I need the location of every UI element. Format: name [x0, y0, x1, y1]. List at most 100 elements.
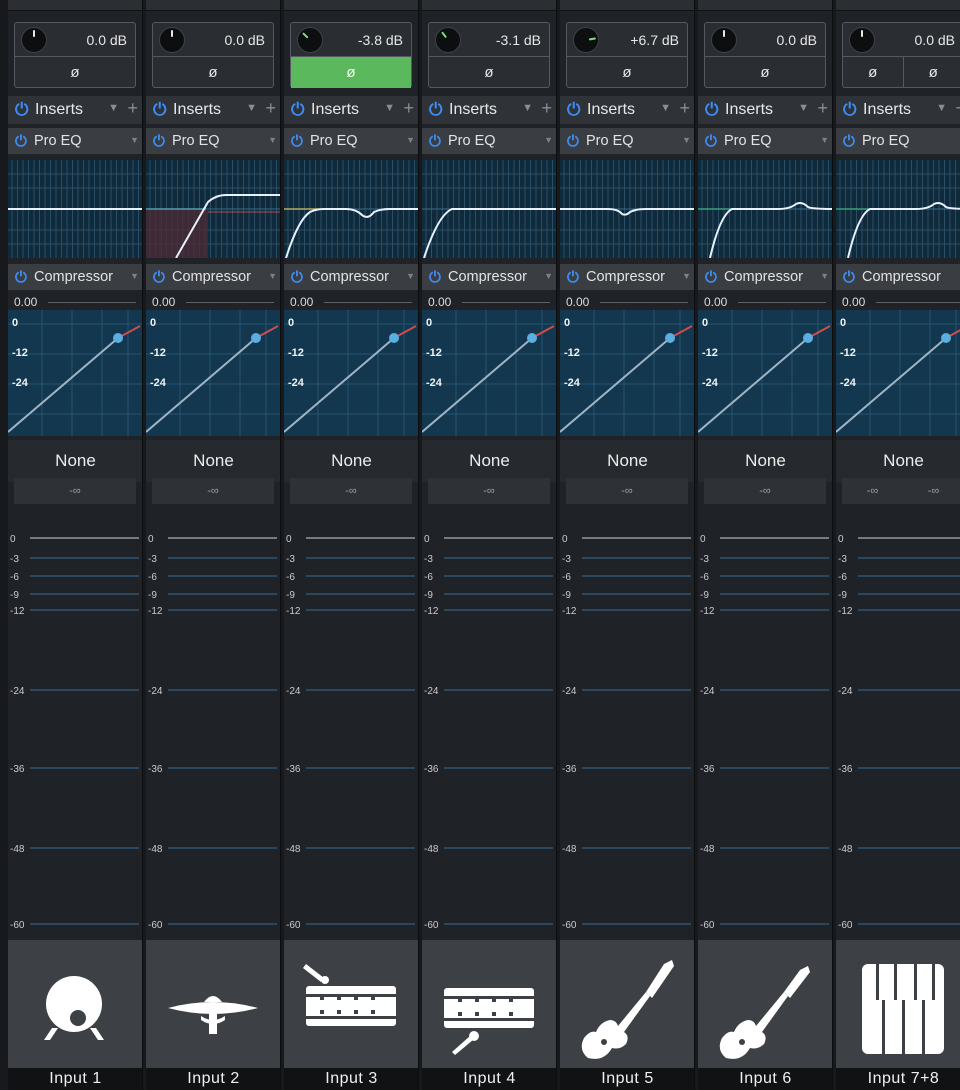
add-icon[interactable]: + — [127, 98, 138, 119]
dropdown-arrow-icon[interactable]: ▼ — [130, 271, 139, 281]
compressor-threshold-slider[interactable] — [462, 302, 550, 303]
trim-knob[interactable] — [297, 27, 323, 53]
add-icon[interactable]: + — [955, 98, 960, 119]
compressor-threshold-slider[interactable] — [324, 302, 412, 303]
trim-knob[interactable] — [711, 27, 737, 53]
insert-slot-pro-eq[interactable]: ⏻Pro EQ▼ — [284, 128, 419, 154]
power-icon[interactable]: ⏻ — [843, 100, 859, 120]
add-icon[interactable]: + — [265, 98, 276, 119]
inserts-header[interactable]: ⏻Inserts ▼ + — [698, 96, 833, 124]
peak-display[interactable]: -∞ — [566, 478, 688, 504]
dropdown-arrow-icon[interactable]: ▼ — [108, 102, 119, 114]
dropdown-arrow-icon[interactable]: ▼ — [682, 135, 691, 145]
channel-name[interactable]: Input 7+8 — [836, 1068, 960, 1090]
insert-slot-compressor[interactable]: ⏻Compressor▼ — [698, 264, 833, 290]
insert-slot-pro-eq[interactable]: ⏻Pro EQ▼ — [422, 128, 557, 154]
phase-invert-button[interactable]: ø — [153, 57, 273, 88]
peak-display[interactable]: -∞ — [152, 478, 274, 504]
channel-name[interactable]: Input 5 — [560, 1068, 695, 1090]
dropdown-arrow-icon[interactable]: ▼ — [268, 271, 277, 281]
instrument-icon-area[interactable] — [698, 940, 833, 1068]
insert-slot-pro-eq[interactable]: ⏻Pro EQ▼ — [836, 128, 960, 154]
output-routing[interactable]: None — [8, 440, 143, 482]
dropdown-arrow-icon[interactable]: ▼ — [130, 135, 139, 145]
power-icon[interactable]: ⏻ — [705, 100, 721, 120]
trim-knob[interactable] — [159, 27, 185, 53]
insert-slot-pro-eq[interactable]: ⏻Pro EQ▼ — [8, 128, 143, 154]
inserts-header[interactable]: ⏻Inserts ▼ + — [836, 96, 960, 124]
channel-name[interactable]: Input 4 — [422, 1068, 557, 1090]
trim-knob[interactable] — [573, 27, 599, 53]
power-icon[interactable]: ⏻ — [429, 269, 445, 286]
power-icon[interactable]: ⏻ — [843, 269, 859, 286]
dropdown-arrow-icon[interactable]: ▼ — [406, 271, 415, 281]
power-icon[interactable]: ⏻ — [705, 269, 721, 286]
phase-invert-button[interactable]: ø — [705, 57, 825, 88]
output-routing[interactable]: None — [698, 440, 833, 482]
channel-name[interactable]: Input 3 — [284, 1068, 419, 1090]
output-routing[interactable]: None — [560, 440, 695, 482]
inserts-header[interactable]: ⏻Inserts ▼ + — [422, 96, 557, 124]
insert-slot-pro-eq[interactable]: ⏻Pro EQ▼ — [698, 128, 833, 154]
power-icon[interactable]: ⏻ — [843, 133, 859, 150]
compressor-threshold-slider[interactable] — [600, 302, 688, 303]
dropdown-arrow-icon[interactable]: ▼ — [660, 102, 671, 114]
power-icon[interactable]: ⏻ — [291, 100, 307, 120]
add-icon[interactable]: + — [679, 98, 690, 119]
insert-slot-compressor[interactable]: ⏻Compressor▼ — [8, 264, 143, 290]
inserts-header[interactable]: ⏻Inserts ▼ + — [146, 96, 281, 124]
dropdown-arrow-icon[interactable]: ▼ — [384, 102, 395, 114]
dropdown-arrow-icon[interactable]: ▼ — [936, 102, 947, 114]
instrument-icon-area[interactable] — [422, 940, 557, 1068]
instrument-icon-area[interactable] — [146, 940, 281, 1068]
phase-invert-button[interactable]: ø — [15, 57, 135, 88]
phase-invert-button[interactable]: ø — [567, 57, 687, 88]
phase-invert-button[interactable]: ø — [291, 57, 411, 88]
trim-knob[interactable] — [21, 27, 47, 53]
dropdown-arrow-icon[interactable]: ▼ — [820, 135, 829, 145]
peak-display[interactable]: -∞ — [14, 478, 136, 504]
insert-slot-compressor[interactable]: ⏻Compressor▼ — [422, 264, 557, 290]
insert-slot-compressor[interactable]: ⏻Compressor▼ — [836, 264, 960, 290]
power-icon[interactable]: ⏻ — [291, 269, 307, 286]
power-icon[interactable]: ⏻ — [429, 100, 445, 120]
insert-slot-compressor[interactable]: ⏻Compressor▼ — [146, 264, 281, 290]
dropdown-arrow-icon[interactable]: ▼ — [544, 135, 553, 145]
dropdown-arrow-icon[interactable]: ▼ — [682, 271, 691, 281]
peak-display[interactable]: -∞ -∞ — [842, 478, 960, 504]
power-icon[interactable]: ⏻ — [291, 133, 307, 150]
inserts-header[interactable]: ⏻Inserts ▼ + — [8, 96, 143, 124]
instrument-icon-area[interactable] — [836, 940, 960, 1068]
dropdown-arrow-icon[interactable]: ▼ — [246, 102, 257, 114]
inserts-header[interactable]: ⏻Inserts ▼ + — [284, 96, 419, 124]
insert-slot-pro-eq[interactable]: ⏻Pro EQ▼ — [560, 128, 695, 154]
dropdown-arrow-icon[interactable]: ▼ — [820, 271, 829, 281]
output-routing[interactable]: None — [146, 440, 281, 482]
power-icon[interactable]: ⏻ — [15, 269, 31, 286]
dropdown-arrow-icon[interactable]: ▼ — [522, 102, 533, 114]
output-routing[interactable]: None — [284, 440, 419, 482]
power-icon[interactable]: ⏻ — [567, 100, 583, 120]
dropdown-arrow-icon[interactable]: ▼ — [798, 102, 809, 114]
power-icon[interactable]: ⏻ — [153, 100, 169, 120]
dropdown-arrow-icon[interactable]: ▼ — [406, 135, 415, 145]
power-icon[interactable]: ⏻ — [567, 133, 583, 150]
compressor-threshold-slider[interactable] — [48, 302, 136, 303]
compressor-threshold-slider[interactable] — [876, 302, 960, 303]
instrument-icon-area[interactable] — [8, 940, 143, 1068]
power-icon[interactable]: ⏻ — [429, 133, 445, 150]
trim-knob[interactable] — [849, 27, 875, 53]
instrument-icon-area[interactable] — [284, 940, 419, 1068]
insert-slot-compressor[interactable]: ⏻Compressor▼ — [284, 264, 419, 290]
phase-invert-button[interactable]: ø — [843, 57, 903, 88]
dropdown-arrow-icon[interactable]: ▼ — [544, 271, 553, 281]
power-icon[interactable]: ⏻ — [15, 100, 31, 120]
peak-display[interactable]: -∞ — [704, 478, 826, 504]
channel-name[interactable]: Input 2 — [146, 1068, 281, 1090]
power-icon[interactable]: ⏻ — [153, 133, 169, 150]
peak-display[interactable]: -∞ — [428, 478, 550, 504]
compressor-threshold-slider[interactable] — [738, 302, 826, 303]
power-icon[interactable]: ⏻ — [15, 133, 31, 150]
phase-invert-button[interactable]: ø — [429, 57, 549, 88]
channel-name[interactable]: Input 1 — [8, 1068, 143, 1090]
